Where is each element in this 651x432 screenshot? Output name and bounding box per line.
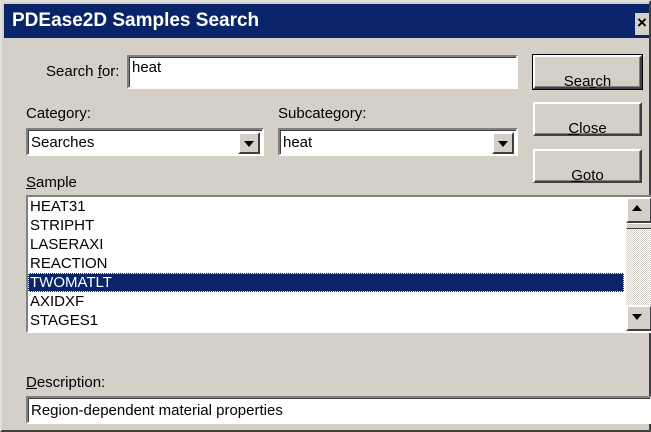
category-select[interactable]: Searches	[26, 128, 264, 156]
description-label: Description:	[26, 374, 106, 391]
search-label-prefix: Search	[46, 63, 98, 80]
chevron-down-icon	[244, 141, 254, 147]
category-label: Category:	[26, 105, 92, 122]
search-for-label: Search for:	[46, 63, 119, 80]
search-button-label: Search	[563, 73, 612, 90]
sample-list-item[interactable]: LASERAXI	[28, 235, 624, 254]
subcategory-value: heat	[283, 134, 313, 151]
close-window-icon[interactable]: ×	[635, 13, 649, 35]
sample-scrollbar[interactable]	[626, 197, 651, 331]
description-value: Region-dependent material properties	[31, 402, 283, 419]
search-input[interactable]: heat	[127, 55, 518, 89]
sample-list-items[interactable]: HEAT31 STRIPHT LASERAXI REACTION TWOMATLT AXI…	[28, 197, 624, 331]
scroll-down-button[interactable]	[626, 305, 651, 331]
samples-search-dialog: PDEase2D Samples Search × Search for: he…	[0, 0, 651, 432]
sample-list-item[interactable]: TWOMATLT	[28, 273, 624, 292]
sample-list-item[interactable]: AXIDXF	[28, 292, 624, 311]
goto-button-label: Goto	[571, 167, 604, 184]
search-input-value: heat	[132, 59, 162, 76]
search-label-suffix: or:	[101, 63, 120, 80]
scroll-thumb[interactable]	[626, 223, 651, 229]
description-field: Region-dependent material properties	[26, 396, 651, 424]
chevron-down-icon	[498, 141, 508, 147]
chevron-down-icon	[632, 314, 642, 320]
sample-label: Sample	[26, 174, 77, 191]
scroll-up-button[interactable]	[626, 197, 651, 223]
goto-button[interactable]: Goto	[533, 149, 642, 184]
window-title: PDEase2D Samples Search	[12, 10, 260, 31]
sample-list-item[interactable]: HEAT31	[28, 197, 624, 216]
category-value: Searches	[31, 134, 95, 151]
search-button[interactable]: Search	[532, 54, 643, 90]
close-button[interactable]: Close	[533, 102, 642, 137]
subcategory-label: Subcategory:	[278, 105, 367, 122]
subcategory-select[interactable]: heat	[278, 128, 518, 156]
subcategory-dropdown-button[interactable]	[492, 132, 514, 154]
sample-listbox[interactable]: HEAT31 STRIPHT LASERAXI REACTION TWOMATLT AXI…	[26, 195, 651, 333]
sample-list-item[interactable]: STRIPHT	[28, 216, 624, 235]
chevron-up-icon	[632, 205, 642, 211]
close-button-label: Close	[568, 120, 607, 137]
title-bar[interactable]: PDEase2D Samples Search ×	[4, 4, 649, 38]
sample-list-item[interactable]: REACTION	[28, 254, 624, 273]
category-dropdown-button[interactable]	[238, 132, 260, 154]
sample-list-item[interactable]: STAGES1	[28, 311, 624, 330]
